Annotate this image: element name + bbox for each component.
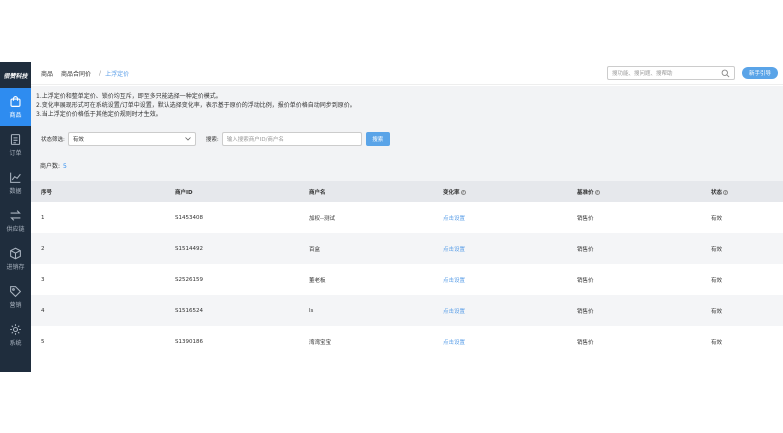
status-select-value: 有效 bbox=[72, 137, 84, 143]
help-icon[interactable]: ? bbox=[460, 189, 466, 195]
cell-status: 有效 bbox=[701, 295, 783, 326]
table-header-row: 序号 商户ID 商户名 变化率? 基准价? 状态? bbox=[31, 181, 783, 202]
search-label: 搜索: bbox=[205, 137, 219, 143]
gear-icon bbox=[10, 324, 21, 335]
cell-base: 销售价 bbox=[567, 202, 701, 233]
column-header-status-label: 状态 bbox=[711, 189, 723, 196]
sidebar-item-orders[interactable]: 订单 bbox=[0, 126, 31, 164]
tag-icon bbox=[10, 286, 22, 298]
merchant-search-input[interactable]: 输入搜索商户ID/商户名 bbox=[221, 132, 362, 146]
help-icon[interactable]: ? bbox=[594, 189, 600, 195]
sidebar-item-data[interactable]: 数据 bbox=[0, 164, 31, 202]
document-icon bbox=[10, 134, 21, 145]
search-button[interactable]: 搜索 bbox=[365, 132, 390, 146]
box-icon bbox=[10, 247, 21, 260]
search-icon[interactable] bbox=[721, 69, 730, 78]
sidebar-item-label: 供应链 bbox=[6, 226, 25, 233]
note-line: 3.当上浮定价价格低于其他定价规则时才生效。 bbox=[36, 111, 162, 118]
cell-id: S2526159 bbox=[165, 264, 299, 295]
sidebar-item-label: 营销 bbox=[9, 302, 22, 309]
cell-status: 有效 bbox=[701, 233, 783, 264]
column-header-id: 商户ID bbox=[165, 181, 299, 202]
breadcrumb-item[interactable]: 商品 bbox=[41, 69, 53, 78]
cell-no: 5 bbox=[31, 326, 165, 357]
sidebar-item-system[interactable]: 系统 bbox=[0, 316, 31, 354]
swap-icon bbox=[10, 210, 21, 221]
table-row: 4 S1516524 ls 点击设置 销售价 有效 bbox=[31, 295, 783, 326]
merchant-count-label: 商户数: bbox=[40, 163, 61, 170]
sidebar-item-inventory[interactable]: 进销存 bbox=[0, 240, 31, 278]
sidebar-item-supply-chain[interactable]: 供应链 bbox=[0, 202, 31, 240]
sidebar-item-label: 商品 bbox=[9, 112, 22, 119]
guide-button[interactable]: 新手引导 bbox=[742, 67, 778, 79]
cell-no: 2 bbox=[31, 233, 165, 264]
breadcrumb-separator: / bbox=[99, 69, 102, 77]
main-content: 商品 商品合同价 / 上浮定价 搜功能、搜问题、搜帮助 新手引导 1.上浮定价和… bbox=[31, 62, 783, 372]
cell-no: 3 bbox=[31, 264, 165, 295]
status-filter-label: 状态筛选: bbox=[41, 137, 65, 143]
breadcrumb-item[interactable]: 商品合同价 bbox=[61, 69, 91, 78]
global-search-input[interactable]: 搜功能、搜问题、搜帮助 bbox=[607, 66, 735, 80]
cell-id: S1514492 bbox=[165, 233, 299, 264]
filter-row: 状态筛选: 有效 搜索: 输入搜索商户ID/商户名 搜索 bbox=[31, 131, 390, 147]
logo: 很赞科技 bbox=[3, 72, 28, 80]
help-icon[interactable]: ? bbox=[723, 189, 729, 195]
sidebar: 很赞科技 商品 订单 数据 供应链 进销存 营销 系统 bbox=[0, 62, 31, 372]
set-rate-link[interactable]: 点击设置 bbox=[433, 326, 567, 357]
cell-name: 湾湾宝宝 bbox=[299, 326, 433, 357]
sidebar-item-label: 进销存 bbox=[6, 264, 25, 271]
merchant-count-value: 5 bbox=[63, 163, 67, 170]
cell-base: 销售价 bbox=[567, 264, 701, 295]
column-header-rate: 变化率? bbox=[433, 181, 567, 202]
sidebar-item-label: 系统 bbox=[9, 340, 22, 347]
note-line: 1.上浮定价和整单定价、锁价均互斥，即至多只能选择一种定价模式。 bbox=[36, 93, 222, 100]
notes: 1.上浮定价和整单定价、锁价均互斥，即至多只能选择一种定价模式。 2.变化率展现… bbox=[31, 86, 783, 119]
note-line: 2.变化率展现形式可在系统设置/订单中设置，默认选择变化率，表示基于原价的浮动比… bbox=[36, 102, 356, 109]
column-header-base: 基准价? bbox=[567, 181, 701, 202]
cell-base: 销售价 bbox=[567, 233, 701, 264]
cell-status: 有效 bbox=[701, 326, 783, 357]
column-header-name: 商户名 bbox=[299, 181, 433, 202]
set-rate-link[interactable]: 点击设置 bbox=[433, 202, 567, 233]
column-header-status: 状态? bbox=[701, 181, 783, 202]
cell-id: S1516524 bbox=[165, 295, 299, 326]
line-chart-icon bbox=[10, 172, 21, 183]
cell-name: 董老板 bbox=[299, 264, 433, 295]
cell-name: 加权--测试 bbox=[299, 202, 433, 233]
table-row: 3 S2526159 董老板 点击设置 销售价 有效 bbox=[31, 264, 783, 295]
cell-base: 销售价 bbox=[567, 295, 701, 326]
cell-status: 有效 bbox=[701, 202, 783, 233]
merchant-count: 商户数: 5 bbox=[40, 161, 67, 170]
sidebar-item-marketing[interactable]: 营销 bbox=[0, 278, 31, 316]
cell-no: 4 bbox=[31, 295, 165, 326]
sidebar-item-products[interactable]: 商品 bbox=[0, 88, 31, 126]
cell-id: S1453408 bbox=[165, 202, 299, 233]
chevron-down-icon bbox=[185, 137, 191, 141]
merchant-search-placeholder: 输入搜索商户ID/商户名 bbox=[226, 137, 284, 143]
table-row: 5 S1390186 湾湾宝宝 点击设置 销售价 有效 bbox=[31, 326, 783, 357]
table-row: 2 S1514492 百盒 点击设置 销售价 有效 bbox=[31, 233, 783, 264]
status-select[interactable]: 有效 bbox=[67, 132, 196, 146]
bag-icon bbox=[10, 96, 21, 107]
table-row: 1 S1453408 加权--测试 点击设置 销售价 有效 bbox=[31, 202, 783, 233]
set-rate-link[interactable]: 点击设置 bbox=[433, 295, 567, 326]
column-header-base-label: 基准价 bbox=[577, 189, 594, 196]
column-header-no: 序号 bbox=[31, 181, 165, 202]
cell-base: 销售价 bbox=[567, 326, 701, 357]
column-header-rate-label: 变化率 bbox=[443, 189, 460, 196]
cell-name: 百盒 bbox=[299, 233, 433, 264]
sidebar-item-label: 数据 bbox=[9, 188, 22, 195]
cell-no: 1 bbox=[31, 202, 165, 233]
filter-panel: 1.上浮定价和整单定价、锁价均互斥，即至多只能选择一种定价模式。 2.变化率展现… bbox=[31, 86, 783, 181]
set-rate-link[interactable]: 点击设置 bbox=[433, 264, 567, 295]
sidebar-item-label: 订单 bbox=[9, 150, 22, 157]
set-rate-link[interactable]: 点击设置 bbox=[433, 233, 567, 264]
merchant-table: 序号 商户ID 商户名 变化率? 基准价? 状态? 1 S1453408 加权-… bbox=[31, 181, 783, 357]
breadcrumb-current: 上浮定价 bbox=[105, 70, 130, 78]
app-window: 很赞科技 商品 订单 数据 供应链 进销存 营销 系统 商品 商品合同价 / 上… bbox=[0, 62, 783, 372]
cell-status: 有效 bbox=[701, 264, 783, 295]
cell-id: S1390186 bbox=[165, 326, 299, 357]
cell-name: ls bbox=[299, 295, 433, 326]
search-placeholder: 搜功能、搜问题、搜帮助 bbox=[612, 71, 673, 77]
